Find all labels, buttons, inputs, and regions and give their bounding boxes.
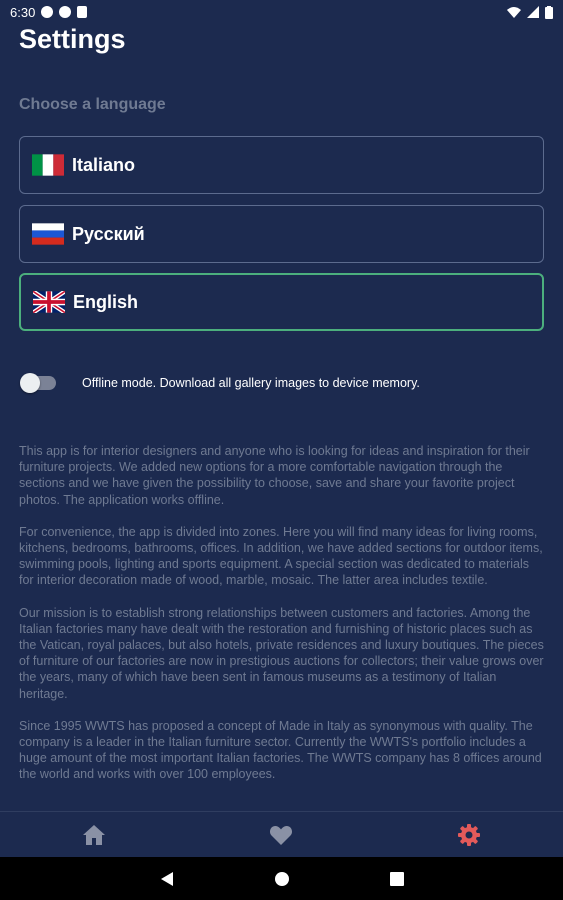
italy-flag-icon	[32, 154, 64, 176]
home-icon	[82, 825, 105, 845]
recents-icon[interactable]	[389, 871, 404, 886]
status-left: 6:30	[10, 4, 88, 20]
about-paragraph: Since 1995 WWTS has proposed a concept o…	[19, 718, 542, 782]
battery-icon	[545, 5, 553, 19]
uk-flag-icon	[33, 291, 65, 313]
page-title: Settings	[19, 24, 126, 54]
language-option-english[interactable]: English	[19, 273, 544, 331]
language-option-russian[interactable]: Русский	[19, 205, 544, 263]
russia-flag-icon	[32, 223, 64, 245]
about-paragraph: This app is for interior designers and a…	[19, 444, 530, 507]
heart-icon	[270, 826, 293, 845]
home-circle-icon[interactable]	[274, 871, 290, 887]
offline-mode-toggle[interactable]	[20, 373, 56, 393]
status-right	[507, 5, 553, 19]
gear-icon	[458, 824, 481, 846]
about-text: This app is for interior designers and a…	[19, 443, 544, 803]
language-option-italiano[interactable]: Italiano	[19, 136, 544, 194]
wifi-icon	[507, 7, 521, 18]
language-section-label: Choose a language	[19, 96, 166, 113]
language-option-label: English	[73, 291, 139, 312]
offline-mode-row: Offline mode. Download all gallery image…	[20, 373, 420, 393]
nav-settings[interactable]	[439, 815, 499, 855]
language-option-label: Italiano	[72, 154, 136, 175]
offline-mode-label: Offline mode. Download all gallery image…	[82, 376, 420, 390]
sd-card-icon	[77, 6, 88, 18]
signal-icon	[527, 6, 539, 18]
bottom-navigation	[0, 811, 563, 858]
notification-icon	[41, 6, 54, 18]
toggle-knob	[20, 373, 40, 393]
system-navigation-bar	[0, 857, 563, 900]
back-icon[interactable]	[160, 871, 174, 887]
nav-favorites[interactable]	[251, 815, 311, 855]
language-option-label: Русский	[72, 223, 145, 244]
about-paragraph: For convenience, the app is divided into…	[19, 524, 543, 588]
status-time: 6:30	[10, 4, 36, 20]
about-paragraph: Our mission is to establish strong relat…	[19, 605, 544, 701]
status-bar: 6:30	[0, 0, 563, 24]
nav-home[interactable]	[64, 815, 124, 855]
notification-icon	[59, 6, 72, 18]
